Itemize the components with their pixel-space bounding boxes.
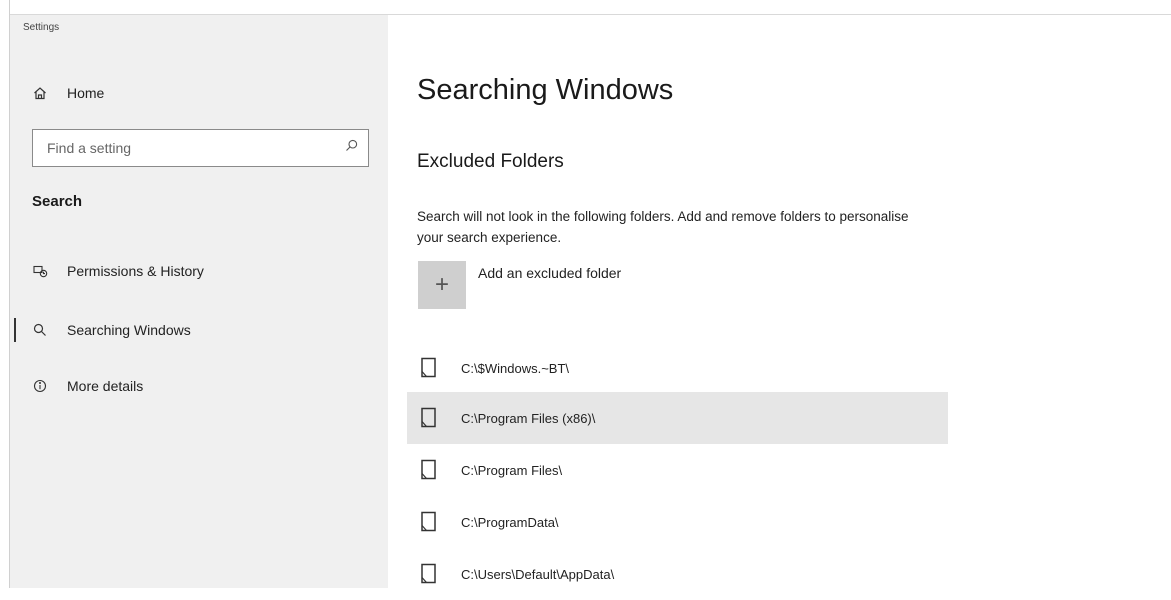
folder-icon <box>420 459 440 481</box>
window-top-border <box>0 0 1171 15</box>
home-icon <box>33 86 49 100</box>
sidebar-section-search: Search <box>32 193 83 210</box>
add-excluded-folder-label: Add an excluded folder <box>478 265 622 281</box>
plus-icon[interactable]: + <box>418 261 466 309</box>
folder-path: C:\ProgramData\ <box>461 514 559 530</box>
search-icon <box>33 323 49 337</box>
app-title: Settings <box>23 22 60 33</box>
page-title: Searching Windows <box>417 74 674 106</box>
folder-list-item[interactable]: C:\Program Files\ <box>407 444 948 496</box>
folder-list-item[interactable]: C:\ProgramData\ <box>407 496 948 548</box>
excluded-folders-description: Search will not look in the following fo… <box>417 209 909 245</box>
sidebar-item-label: Permissions & History <box>67 263 204 279</box>
folder-icon <box>420 357 440 379</box>
folder-list-item[interactable]: C:\Users\Default\AppData\ <box>407 548 948 600</box>
find-setting-search-box[interactable] <box>32 129 369 167</box>
nav-home-label: Home <box>67 85 105 101</box>
folder-icon <box>420 563 440 585</box>
nav-home[interactable]: Home <box>33 82 104 104</box>
search-icon[interactable] <box>345 139 358 157</box>
folder-list-item[interactable]: C:\$Windows.~BT\ <box>407 342 948 394</box>
folder-path: C:\Program Files\ <box>461 462 563 478</box>
sidebar-item-permissions-history[interactable]: Permissions & History <box>33 259 204 283</box>
folder-path: C:\Program Files (x86)\ <box>461 410 596 426</box>
active-indicator <box>14 318 16 342</box>
permissions-icon <box>33 265 49 278</box>
sidebar-item-searching-windows[interactable]: Searching Windows <box>33 318 191 342</box>
sidebar-item-label: More details <box>67 378 144 394</box>
folder-icon <box>420 511 440 533</box>
excluded-folders-heading: Excluded Folders <box>417 151 564 172</box>
folder-path: C:\$Windows.~BT\ <box>461 360 570 376</box>
info-icon <box>33 379 49 393</box>
sidebar-item-more-details[interactable]: More details <box>33 374 143 398</box>
folder-list-item[interactable]: C:\Program Files (x86)\ <box>407 392 948 444</box>
add-excluded-folder-button[interactable]: + Add an excluded folder <box>418 261 621 309</box>
folder-icon <box>420 407 440 429</box>
find-setting-input[interactable] <box>45 139 329 157</box>
sidebar-item-label: Searching Windows <box>67 322 191 338</box>
folder-path: C:\Users\Default\AppData\ <box>461 566 615 582</box>
window-left-border <box>0 0 10 588</box>
